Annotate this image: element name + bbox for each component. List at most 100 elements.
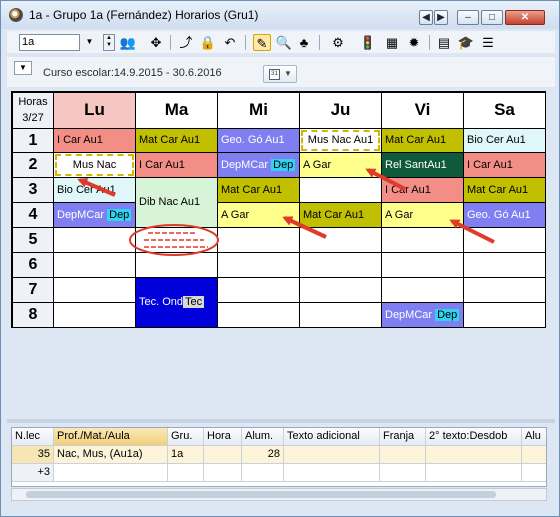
timetable-slot[interactable] xyxy=(299,227,382,253)
lesson-cell[interactable]: I Car Au1 xyxy=(382,178,463,202)
lesson-cell[interactable]: Tec. Ond Tec xyxy=(136,278,217,327)
lesson-cell[interactable]: I Car Au1 xyxy=(464,153,545,177)
timetable-slot[interactable] xyxy=(381,227,464,253)
maximize-button[interactable]: □ xyxy=(481,10,503,25)
table-cell[interactable]: Nac, Mus, (Au1a) xyxy=(54,446,168,464)
timetable-slot[interactable] xyxy=(299,177,382,203)
column-header[interactable]: Prof./Mat./Aula xyxy=(54,428,168,446)
day-header[interactable]: Ma xyxy=(135,92,218,129)
sun-icon[interactable]: ✹ xyxy=(405,34,423,51)
lesson-cell[interactable]: Mat Car Au1 xyxy=(382,129,463,152)
close-button[interactable]: ✕ xyxy=(505,10,545,25)
timetable-slot[interactable] xyxy=(53,252,136,278)
timetable-slot[interactable] xyxy=(381,277,464,303)
table-cell[interactable] xyxy=(168,464,204,482)
timetable-slot[interactable] xyxy=(463,252,546,278)
table-cell[interactable] xyxy=(284,446,380,464)
hat-icon[interactable]: 🎓 xyxy=(457,34,475,51)
gear-icon[interactable]: ⚙ xyxy=(329,34,347,51)
timetable-slot[interactable] xyxy=(53,302,136,328)
table-cell[interactable] xyxy=(522,446,546,464)
timetable-slot[interactable] xyxy=(299,277,382,303)
table-cell[interactable]: 35 xyxy=(12,446,54,464)
move-icon[interactable]: ✥ xyxy=(147,34,165,51)
table-cell[interactable] xyxy=(426,446,522,464)
column-header[interactable]: Gru. xyxy=(168,428,204,446)
lesson-cell[interactable]: Dib Nac Au1 xyxy=(136,178,217,227)
lesson-cell[interactable]: Geo. Gó Au1 xyxy=(464,203,545,227)
lesson-cell[interactable]: Mat Car Au1 xyxy=(136,129,217,152)
lesson-cell[interactable]: Mus Nac xyxy=(54,153,135,177)
table-cell[interactable]: 1a xyxy=(168,446,204,464)
minimize-button[interactable]: – xyxy=(457,10,479,25)
table-cell[interactable]: +3 xyxy=(12,464,54,482)
lesson-cell[interactable]: Rel SantAu1 xyxy=(382,153,463,177)
lock-icon[interactable]: 🔒 xyxy=(199,34,217,51)
table-cell[interactable] xyxy=(54,464,168,482)
previous-element-button[interactable]: ◀ xyxy=(419,10,433,25)
table-cell[interactable] xyxy=(242,464,284,482)
timetable-slot[interactable] xyxy=(217,227,300,253)
chevron-down-icon[interactable]: ▼ xyxy=(14,61,32,75)
timetable-slot[interactable] xyxy=(53,227,136,253)
timetable-slot[interactable] xyxy=(463,227,546,253)
horizontal-scrollbar[interactable] xyxy=(11,488,547,501)
lesson-cell[interactable]: Geo. Gó Au1 xyxy=(218,129,299,152)
teachers-icon[interactable]: 👥 xyxy=(119,34,137,51)
column-header[interactable]: Hora xyxy=(204,428,242,446)
timetable-slot[interactable] xyxy=(135,252,218,278)
table-cell[interactable] xyxy=(204,446,242,464)
table-cell[interactable] xyxy=(284,464,380,482)
column-header[interactable]: N.lec xyxy=(12,428,54,446)
lesson-cell[interactable]: Mat Car Au1 xyxy=(218,178,299,202)
users-icon[interactable]: ♣ xyxy=(295,34,313,51)
edit-pencil-icon[interactable]: ✎ xyxy=(253,34,271,51)
day-header[interactable]: Lu xyxy=(53,92,136,129)
timetable-slot[interactable] xyxy=(53,277,136,303)
lesson-cell[interactable]: DepMCar Dep xyxy=(218,153,299,177)
column-header[interactable]: Texto adicional xyxy=(284,428,380,446)
column-header[interactable]: Franja xyxy=(380,428,426,446)
column-header[interactable]: Alum. xyxy=(242,428,284,446)
scrollbar-thumb[interactable] xyxy=(26,491,496,498)
timetable-slot[interactable] xyxy=(299,252,382,278)
lesson-cell[interactable]: A Gar xyxy=(300,153,381,177)
timetable-slot[interactable] xyxy=(299,302,382,328)
day-header[interactable]: Sa xyxy=(463,92,546,129)
lesson-cell[interactable]: Mat Car Au1 xyxy=(300,203,381,227)
chevron-down-icon[interactable]: ▼ xyxy=(79,34,99,51)
table-cell[interactable] xyxy=(380,446,426,464)
traffic-light-icon[interactable]: 🚦 xyxy=(359,34,377,51)
day-header[interactable]: Ju xyxy=(299,92,382,129)
settings-list-icon[interactable]: ▦ xyxy=(383,34,401,51)
export-icon[interactable]: ⤴ xyxy=(177,34,195,51)
lesson-cell[interactable]: Mus Nac Au1 xyxy=(300,129,381,152)
day-header[interactable]: Mi xyxy=(217,92,300,129)
day-header[interactable]: Vi xyxy=(381,92,464,129)
timetable-slot[interactable] xyxy=(217,277,300,303)
lesson-cell[interactable]: Mat Car Au1 xyxy=(464,178,545,202)
timetable-slot[interactable] xyxy=(463,277,546,303)
table-cell[interactable] xyxy=(380,464,426,482)
lesson-cell[interactable]: Bio Cer Au1 xyxy=(54,178,135,202)
undo-icon[interactable]: ↶ xyxy=(221,34,239,51)
lesson-cell[interactable]: I Car Au1 xyxy=(136,153,217,177)
calendar-button[interactable]: 31 ▼ xyxy=(263,65,297,83)
table-cell[interactable] xyxy=(522,464,546,482)
lesson-cell[interactable]: I Car Au1 xyxy=(54,129,135,152)
menu-lines-icon[interactable]: ☰ xyxy=(479,34,497,51)
column-header[interactable]: 2° texto:Desdob xyxy=(426,428,522,446)
lesson-cell[interactable]: DepMCar Dep xyxy=(54,203,135,227)
table-cell[interactable] xyxy=(204,464,242,482)
timetable-slot[interactable] xyxy=(217,302,300,328)
table-cell[interactable] xyxy=(426,464,522,482)
next-element-button[interactable]: ▶ xyxy=(434,10,448,25)
timetable-slot[interactable] xyxy=(463,302,546,328)
lesson-cell[interactable]: DepMCar Dep xyxy=(382,303,463,327)
timetable-slot[interactable] xyxy=(135,227,218,253)
lesson-cell[interactable]: Bio Cer Au1 xyxy=(464,129,545,152)
timetable-slot[interactable] xyxy=(217,252,300,278)
lesson-cell[interactable]: A Gar xyxy=(382,203,463,227)
pane-splitter[interactable] xyxy=(7,419,555,423)
timetable-slot[interactable] xyxy=(381,252,464,278)
